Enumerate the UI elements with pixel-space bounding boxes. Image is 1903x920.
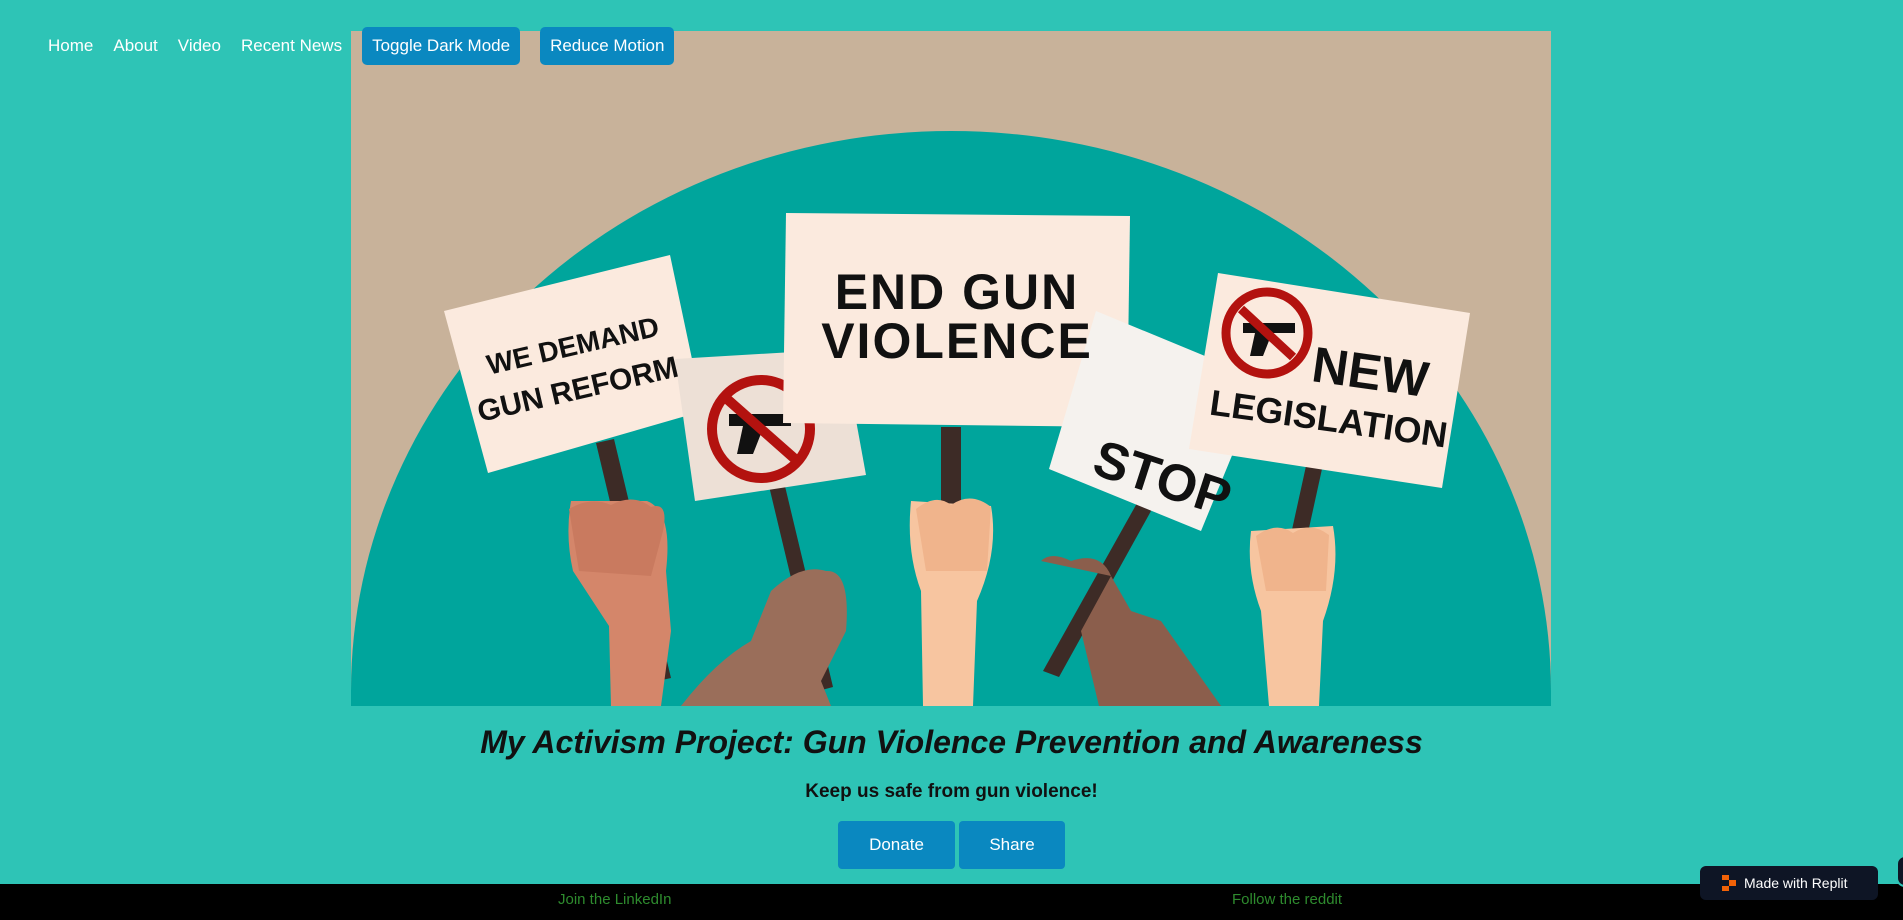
footer-link-linkedin[interactable]: Join the LinkedIn: [558, 891, 671, 908]
action-buttons: Donate Share: [0, 821, 1903, 869]
badge-label: Made with Replit: [1744, 875, 1848, 891]
nav-link-about[interactable]: About: [113, 36, 157, 56]
page-title: My Activism Project: Gun Violence Preven…: [480, 724, 1423, 760]
nav-link-recent-news[interactable]: Recent News: [241, 36, 342, 56]
top-nav: Home About Video Recent News Toggle Dark…: [48, 27, 694, 65]
edge-handle: [1896, 855, 1903, 887]
nav-link-video[interactable]: Video: [178, 36, 221, 56]
hero-illustration: WE DEMAND GUN REFORM END GUN VIOLENCE ST…: [351, 31, 1551, 706]
replit-logo-icon: [1722, 875, 1736, 891]
protest-illustration: WE DEMAND GUN REFORM END GUN VIOLENCE ST…: [351, 31, 1551, 706]
reduce-motion-button[interactable]: Reduce Motion: [540, 27, 675, 65]
footer: Join the LinkedIn Follow the reddit: [0, 884, 1903, 920]
sign-text-end-line1: END GUN: [835, 264, 1080, 320]
made-with-replit-badge[interactable]: Made with Replit: [1700, 866, 1878, 900]
toggle-dark-mode-button[interactable]: Toggle Dark Mode: [362, 27, 521, 65]
footer-link-reddit[interactable]: Follow the reddit: [1232, 891, 1342, 908]
donate-button[interactable]: Donate: [838, 821, 955, 869]
nav-link-home[interactable]: Home: [48, 36, 93, 56]
share-button[interactable]: Share: [959, 821, 1065, 869]
page-subtitle: Keep us safe from gun violence!: [805, 781, 1098, 802]
sign-text-end-line2: VIOLENCE: [821, 313, 1093, 369]
